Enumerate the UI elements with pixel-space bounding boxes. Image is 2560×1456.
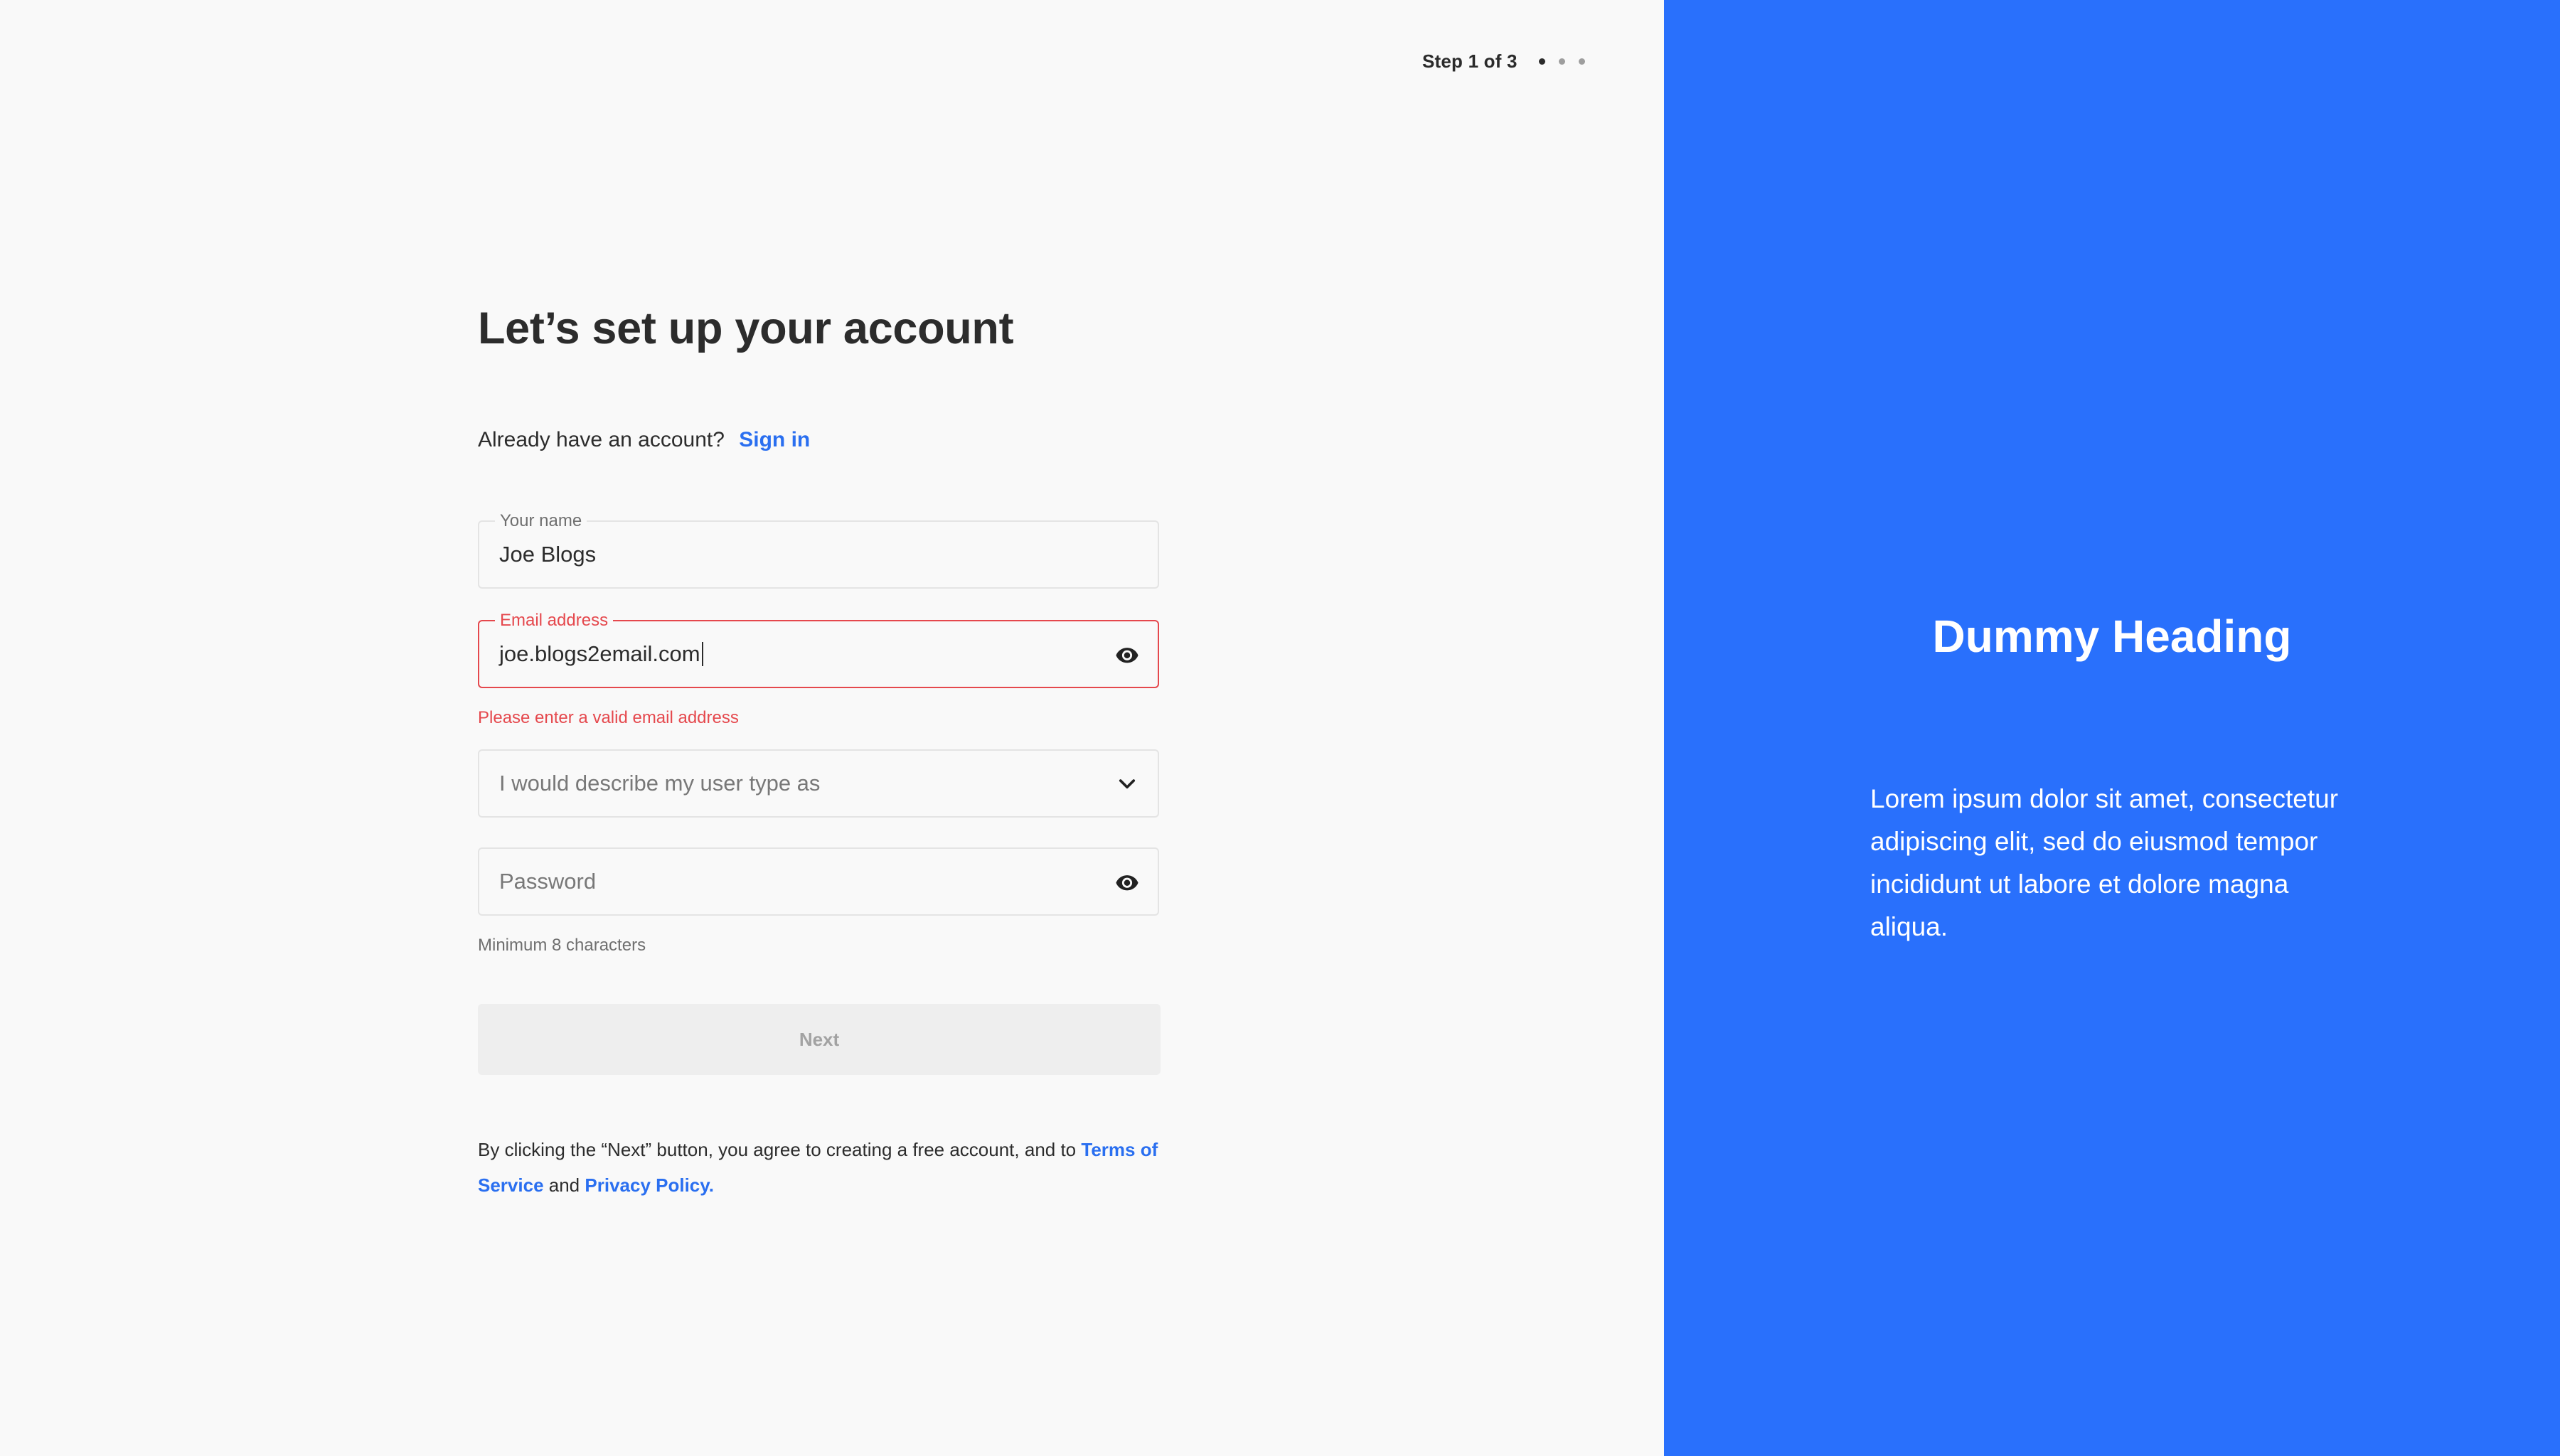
promo-body: Lorem ipsum dolor sit amet, consectetur …: [1870, 784, 2339, 941]
name-field-value: Joe Blogs: [499, 542, 597, 567]
promo-panel: Dummy Heading Lorem ipsum dolor sit amet…: [1664, 0, 2560, 1456]
signup-pane: Step 1 of 3 Let’s set up your account Al…: [0, 0, 1664, 1456]
promo-heading: Dummy Heading: [1932, 611, 2292, 662]
email-error-message: Please enter a valid email address: [478, 708, 739, 727]
step-label: Step 1 of 3: [1422, 50, 1518, 72]
privacy-policy-link[interactable]: Privacy Policy.: [585, 1174, 714, 1196]
terms-text: By clicking the “Next” button, you agree…: [478, 1132, 1161, 1203]
email-field-value: joe.blogs2email.com: [499, 641, 700, 666]
password-field[interactable]: Password: [478, 847, 1159, 916]
user-type-select[interactable]: I would describe my user type as: [478, 749, 1159, 818]
password-hint: Minimum 8 characters: [478, 936, 646, 955]
page-title: Let’s set up your account: [478, 304, 1014, 353]
step-dots: [1538, 58, 1599, 65]
step-dot-2: [1558, 58, 1565, 65]
email-field[interactable]: Email address joe.blogs2email.com: [478, 611, 1159, 688]
step-dot-1-active: [1538, 58, 1545, 65]
terms-prefix: By clicking the “Next” button, you agree…: [478, 1139, 1077, 1160]
terms-conjunction: and: [548, 1174, 580, 1196]
email-field-value-wrap: joe.blogs2email.com: [499, 621, 703, 687]
step-dot-3: [1578, 58, 1585, 65]
password-placeholder: Password: [499, 869, 597, 894]
chevron-down-icon[interactable]: [1115, 772, 1139, 796]
step-indicator: Step 1 of 3: [1422, 47, 1599, 75]
user-type-placeholder: I would describe my user type as: [499, 771, 821, 796]
signin-row: Already have an account? Sign in: [478, 428, 810, 452]
name-field[interactable]: Your name Joe Blogs: [478, 511, 1159, 589]
text-cursor: [701, 642, 703, 666]
eye-icon[interactable]: [1115, 870, 1139, 894]
eye-icon[interactable]: [1115, 643, 1139, 667]
signin-prompt: Already have an account?: [478, 428, 725, 451]
next-button[interactable]: Next: [478, 1004, 1161, 1075]
signin-link[interactable]: Sign in: [739, 428, 810, 451]
